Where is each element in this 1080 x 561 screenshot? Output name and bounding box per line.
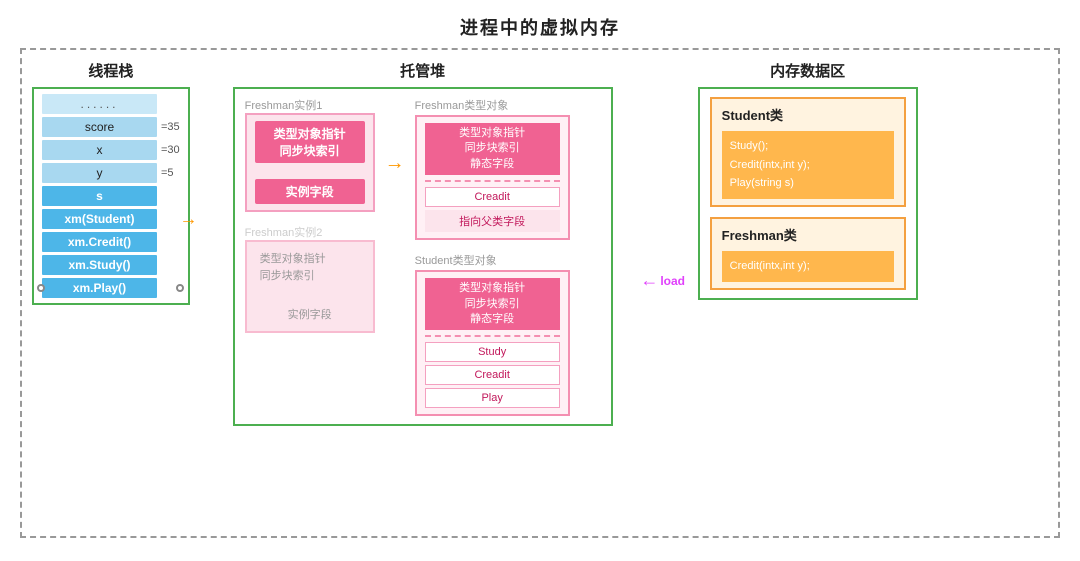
heap-instance1: Freshman实例1 类型对象指针同步块索引 实例字段 — [245, 97, 375, 212]
stack-box: ...... score =35 x =30 y =5 — [32, 87, 190, 305]
stack-label-score: =35 — [161, 121, 180, 133]
section-memory: 内存数据区 Student类 Study(); Credit(intx,int … — [698, 60, 918, 300]
instance1-block: 类型对象指针同步块索引 实例字段 — [245, 113, 375, 212]
stack-row-xm-play: xm.Play() — [42, 278, 180, 298]
stack-cell-xm-play: xm.Play() — [42, 278, 157, 298]
heap-box: Freshman实例1 类型对象指针同步块索引 实例字段 Freshman实例2… — [233, 87, 613, 426]
stack-cell-xm-study: xm.Study() — [42, 255, 157, 275]
freshman-class-content: Credit(intx,int y); — [722, 251, 894, 282]
section-heap: 托管堆 Freshman实例1 类型对象指针同步块索引 实例字段 — [228, 60, 618, 426]
freshman-class-title: Freshman类 — [722, 225, 894, 244]
stack-cell-xm-credit: xm.Credit() — [42, 232, 157, 252]
instance2-fields: 实例字段 — [255, 303, 365, 325]
student-study: Study — [425, 342, 560, 362]
instance2-block: 类型对象指针同步块索引 实例字段 — [245, 240, 375, 333]
stack-label-y: =5 — [161, 167, 174, 179]
freshman-parent-ref: 指向父类字段 — [425, 210, 560, 232]
stack-row-score: score =35 — [42, 117, 180, 137]
stack-cell-x: x — [42, 140, 157, 160]
arrow-instance-to-type: → — [385, 152, 405, 175]
arrow-gap1 — [200, 60, 228, 240]
instance2-label: Freshman实例2 — [245, 224, 375, 240]
load-arrow: ← load — [640, 270, 685, 291]
instance1-type-ptr: 类型对象指针同步块索引 — [255, 121, 365, 163]
heap-instance2: Freshman实例2 类型对象指针同步块索引 实例字段 — [245, 224, 375, 333]
stack-label-x: =30 — [161, 144, 180, 156]
stack-title: 线程栈 — [88, 60, 133, 81]
freshman-credit: Creadit — [425, 187, 560, 207]
student-credit: Creadit — [425, 365, 560, 385]
load-label: load — [660, 274, 685, 288]
student-class-title: Student类 — [722, 105, 894, 124]
stack-cell-dots: ...... — [42, 94, 157, 114]
stack-row-x: x =30 — [42, 140, 180, 160]
freshman-type-obj: Freshman类型对象 类型对象指针同步块索引静态字段 Creadit 指向父… — [415, 97, 570, 240]
student-type-block: 类型对象指针同步块索引静态字段 Study Creadit Play — [415, 270, 570, 416]
memory-box: Student类 Study(); Credit(intx,int y); Pl… — [698, 87, 918, 300]
instance1-label: Freshman实例1 — [245, 97, 375, 113]
stack-cell-y: y — [42, 163, 157, 183]
heap-title: 托管堆 — [400, 60, 445, 81]
heap-type-col: Freshman类型对象 类型对象指针同步块索引静态字段 Creadit 指向父… — [415, 97, 570, 416]
page-title: 进程中的虚拟内存 — [460, 14, 620, 40]
student-type-obj: Student类型对象 类型对象指针同步块索引静态字段 Study Creadi… — [415, 252, 570, 416]
freshman-type-block: 类型对象指针同步块索引静态字段 Creadit 指向父类字段 — [415, 115, 570, 240]
left-arrow-icon: ← — [640, 270, 658, 291]
student-type-label: Student类型对象 — [415, 252, 570, 268]
stack-row-xm-student: xm(Student) → — [42, 209, 180, 229]
stack-row-dots: ...... — [42, 94, 180, 114]
stack-cell-score: score — [42, 117, 157, 137]
student-class-block: Student类 Study(); Credit(intx,int y); Pl… — [710, 97, 906, 207]
dot-left — [37, 284, 45, 292]
section-stack: 线程栈 ...... score =35 x =30 y — [32, 60, 190, 305]
freshman-type-cells: 类型对象指针同步块索引静态字段 — [425, 123, 560, 175]
freshman-class-block: Freshman类 Credit(intx,int y); — [710, 217, 906, 290]
student-class-content: Study(); Credit(intx,int y); Play(string… — [722, 131, 894, 199]
stack-row-s: s — [42, 186, 180, 206]
instance2-type-ptr: 类型对象指针同步块索引 — [255, 248, 365, 287]
heap-instance-col: Freshman实例1 类型对象指针同步块索引 实例字段 Freshman实例2… — [245, 97, 375, 416]
stack-row-xm-credit: xm.Credit() — [42, 232, 180, 252]
stack-cell-s: s — [42, 186, 157, 206]
stack-row-xm-study: xm.Study() — [42, 255, 180, 275]
instance1-fields: 实例字段 — [255, 179, 365, 204]
student-type-cells: 类型对象指针同步块索引静态字段 — [425, 278, 560, 330]
heap-internal-arrow: → — [385, 97, 405, 416]
load-arrow-area: ← load — [628, 60, 698, 291]
memory-title: 内存数据区 — [770, 60, 845, 81]
stack-row-y: y =5 — [42, 163, 180, 183]
stack-cell-xm-student: xm(Student) — [42, 209, 157, 229]
student-play: Play — [425, 388, 560, 408]
arrow-xm-student: → — [180, 209, 198, 230]
student-type-dotted — [425, 335, 560, 337]
freshman-type-label: Freshman类型对象 — [415, 97, 570, 113]
dot-right — [176, 284, 184, 292]
freshman-type-dotted — [425, 180, 560, 182]
